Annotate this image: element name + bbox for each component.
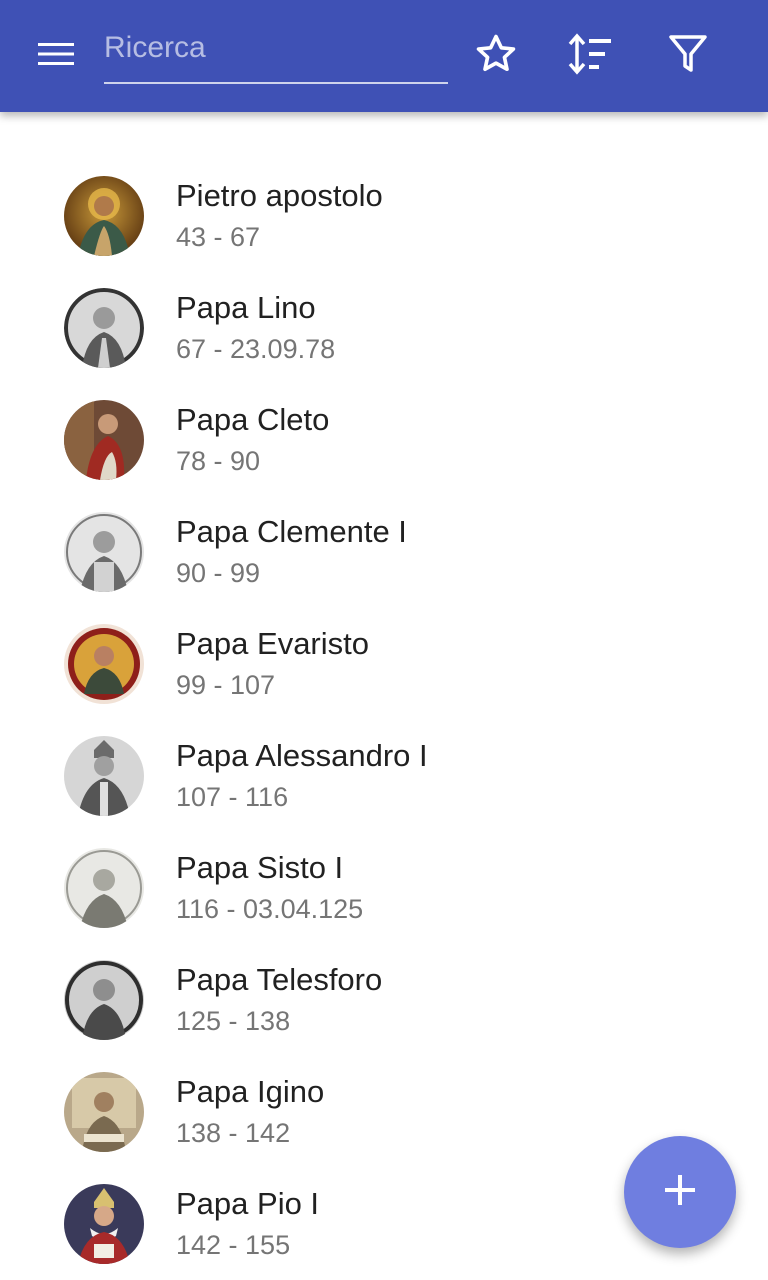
list-item[interactable]: Pietro apostolo 43 - 67	[0, 160, 768, 272]
portrait-icon	[64, 848, 144, 928]
menu-button[interactable]	[24, 32, 88, 80]
sort-button[interactable]	[563, 28, 619, 84]
item-title: Papa Igino	[176, 1074, 325, 1109]
item-title: Papa Cleto	[176, 402, 330, 437]
item-title: Papa Telesforo	[176, 962, 383, 997]
item-title: Papa Lino	[176, 290, 316, 325]
plus-icon	[664, 1174, 696, 1211]
item-title: Pietro apostolo	[176, 178, 383, 213]
list-item[interactable]: Papa Telesforo 125 - 138	[0, 944, 768, 1056]
item-subtitle: 107 - 116	[176, 782, 289, 812]
portrait-icon	[64, 176, 144, 256]
item-title: Papa Alessandro I	[176, 738, 428, 773]
item-subtitle: 116 - 03.04.125	[176, 894, 364, 924]
list-item[interactable]: Papa Clemente I 90 - 99	[0, 496, 768, 608]
list-item[interactable]: Papa Lino 67 - 23.09.78	[0, 272, 768, 384]
filter-icon	[668, 33, 708, 80]
portrait-icon	[64, 1184, 144, 1264]
search-field	[104, 22, 448, 84]
portrait-icon	[64, 1072, 144, 1152]
pope-list: Pietro apostolo 43 - 67 Papa Lino 67 - 2…	[0, 160, 768, 1280]
item-subtitle: 78 - 90	[176, 446, 261, 476]
filter-button[interactable]	[660, 28, 716, 84]
item-title: Papa Clemente I	[176, 514, 407, 549]
portrait-icon	[64, 512, 144, 592]
list-item[interactable]: Papa Alessandro I 107 - 116	[0, 720, 768, 832]
star-outline-icon	[474, 32, 518, 81]
portrait-icon	[64, 624, 144, 704]
item-title: Papa Evaristo	[176, 626, 369, 661]
item-title: Papa Pio I	[176, 1186, 320, 1221]
portrait-icon	[64, 288, 144, 368]
list-item[interactable]: Papa Sisto I 116 - 03.04.125	[0, 832, 768, 944]
item-subtitle: 142 - 155	[176, 1230, 291, 1260]
search-input[interactable]	[104, 30, 448, 66]
portrait-icon	[64, 960, 144, 1040]
item-subtitle: 67 - 23.09.78	[176, 334, 336, 364]
item-subtitle: 99 - 107	[176, 670, 276, 700]
item-title: Papa Sisto I	[176, 850, 344, 885]
item-subtitle: 138 - 142	[176, 1118, 291, 1148]
item-subtitle: 90 - 99	[176, 558, 261, 588]
list-item[interactable]: Papa Evaristo 99 - 107	[0, 608, 768, 720]
favorites-button[interactable]	[468, 28, 524, 84]
list-item[interactable]: Papa Cleto 78 - 90	[0, 384, 768, 496]
sort-icon	[567, 32, 615, 81]
app-bar	[0, 0, 768, 112]
add-button[interactable]	[624, 1136, 736, 1248]
hamburger-menu-icon	[37, 40, 75, 73]
portrait-icon	[64, 400, 144, 480]
item-subtitle: 43 - 67	[176, 222, 261, 252]
portrait-icon	[64, 736, 144, 816]
item-subtitle: 125 - 138	[176, 1006, 291, 1036]
